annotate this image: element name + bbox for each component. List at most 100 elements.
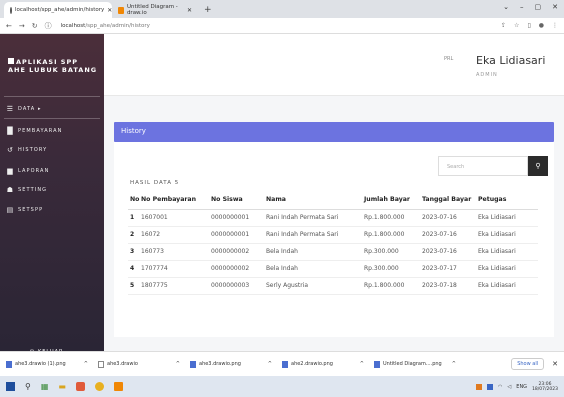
download-item[interactable]: ahe2.drawio.png ^ bbox=[282, 360, 374, 368]
image-file-icon bbox=[374, 360, 380, 368]
divider bbox=[4, 96, 100, 97]
download-item[interactable]: ahe3.drawio (1).png ^ bbox=[6, 360, 98, 368]
globe-icon bbox=[10, 6, 12, 14]
col-header: Nama bbox=[266, 191, 364, 210]
chrome-icon[interactable] bbox=[94, 382, 104, 391]
browser-tab-drawio[interactable]: Untitled Diagram - draw.io ✕ bbox=[112, 2, 198, 18]
col-header: No Pembayaran bbox=[141, 191, 211, 210]
lang-indicator[interactable]: ENG bbox=[516, 384, 527, 390]
star-icon[interactable]: ☆ bbox=[514, 22, 519, 29]
profile-icon[interactable]: ● bbox=[539, 22, 544, 29]
app-icon[interactable] bbox=[75, 382, 85, 391]
user-name[interactable]: Eka Lidiasari bbox=[476, 54, 545, 67]
chevron-up-icon[interactable]: ^ bbox=[360, 361, 364, 367]
windows-start-icon[interactable] bbox=[6, 382, 15, 391]
download-item[interactable]: ahe3.drawio ^ bbox=[98, 360, 190, 368]
user-role: ADMIN bbox=[476, 72, 498, 78]
tray-icon[interactable] bbox=[476, 383, 483, 390]
report-icon: ▆ bbox=[7, 167, 14, 175]
file-explorer-icon[interactable]: ▬ bbox=[58, 382, 66, 391]
sidebar-item-setspp[interactable]: ▤ SETSPP bbox=[6, 206, 43, 214]
chevron-up-icon[interactable]: ^ bbox=[84, 361, 88, 367]
info-icon[interactable]: ⓘ bbox=[45, 21, 52, 31]
tray-icon[interactable] bbox=[487, 383, 494, 390]
chevron-down-icon[interactable]: ⌄ bbox=[503, 3, 509, 11]
avatar[interactable]: PRL bbox=[444, 56, 453, 62]
col-header: Jumlah Bayar bbox=[364, 191, 422, 210]
chevron-up-icon[interactable]: ^ bbox=[176, 361, 180, 367]
table-cell: Eka Lidiasari bbox=[478, 226, 538, 244]
brand-icon bbox=[8, 58, 14, 64]
table-cell: Eka Lidiasari bbox=[478, 260, 538, 278]
col-header: No Siswa bbox=[211, 191, 266, 210]
search-icon[interactable]: ⚲ bbox=[25, 382, 31, 391]
close-icon[interactable]: ✕ bbox=[187, 7, 192, 14]
table-cell: 0000000002 bbox=[211, 260, 266, 278]
col-header: No bbox=[128, 191, 141, 210]
chevron-up-icon[interactable]: ^ bbox=[452, 361, 456, 367]
table-cell: 2023-07-17 bbox=[422, 260, 478, 278]
forward-icon[interactable]: → bbox=[19, 22, 25, 30]
drawio-icon[interactable] bbox=[113, 382, 123, 391]
divider bbox=[4, 118, 100, 119]
address-bar: ← → ↻ ⓘ localhost/spp_ahe/admin/history … bbox=[0, 18, 564, 34]
table-cell: 4 bbox=[128, 260, 141, 278]
sidebar-item-history[interactable]: ↺ HISTORY bbox=[6, 146, 47, 154]
sidebar-item-pembayaran[interactable]: █ PEMBAYARAN bbox=[6, 127, 62, 135]
main-header: PRL Eka Lidiasari ADMIN bbox=[104, 34, 564, 96]
table-cell: 0000000001 bbox=[211, 209, 266, 227]
download-item[interactable]: Untitled Diagram....png ^ bbox=[374, 360, 466, 368]
wifi-icon[interactable]: ◠ bbox=[498, 384, 502, 390]
system-tray: ◠ ◁ ENG 23:06 18/07/2023 bbox=[476, 382, 558, 392]
search-input[interactable]: Search bbox=[438, 156, 528, 176]
table-header-row: No No Pembayaran No Siswa Nama Jumlah Ba… bbox=[128, 191, 538, 210]
chevron-up-icon[interactable]: ^ bbox=[268, 361, 272, 367]
clock[interactable]: 23:06 18/07/2023 bbox=[532, 382, 558, 392]
table-cell: Rani Indah Permata Sari bbox=[266, 226, 364, 244]
history-card: Search ⚲ HASIL DATA 5 No No Pembayaran N… bbox=[114, 142, 554, 337]
sidebar: APLIKASI SPP AHE LUBUK BATANG ☰ DATA ▸ █… bbox=[0, 34, 104, 355]
main-content: History Search ⚲ HASIL DATA 5 No No Pemb… bbox=[104, 96, 564, 351]
minimize-icon[interactable]: – bbox=[520, 3, 524, 11]
table-cell: 2023-07-16 bbox=[422, 243, 478, 261]
download-label: ahe3.drawio (1).png bbox=[15, 361, 66, 367]
browser-tab-history[interactable]: localhost/spp_ahe/admin/history ✕ bbox=[4, 2, 112, 18]
table-cell: 1607001 bbox=[141, 209, 211, 227]
close-icon[interactable]: ✕ bbox=[552, 360, 558, 368]
result-count: HASIL DATA 5 bbox=[130, 180, 180, 186]
table-cell: Rani Indah Permata Sari bbox=[266, 209, 364, 227]
table-cell: Rp.1.800.000 bbox=[364, 277, 422, 295]
table-cell: Bela Indah bbox=[266, 243, 364, 261]
back-icon[interactable]: ← bbox=[6, 22, 12, 30]
sidebar-item-setting[interactable]: ☗ SETTING bbox=[6, 186, 47, 194]
table-cell: 1807775 bbox=[141, 277, 211, 295]
volume-icon[interactable]: ◁ bbox=[507, 384, 511, 390]
brand-label: APLIKASI SPP AHE LUBUK BATANG bbox=[8, 58, 98, 74]
sidebar-item-data[interactable]: ☰ DATA ▸ bbox=[6, 105, 42, 113]
share-icon[interactable]: ⇪ bbox=[501, 22, 506, 29]
tab-label: Untitled Diagram - draw.io bbox=[126, 4, 178, 16]
widgets-icon[interactable]: ▦ bbox=[41, 382, 49, 391]
sidebar-item-label: PEMBAYARAN bbox=[18, 128, 63, 134]
table-cell: Eka Lidiasari bbox=[478, 277, 538, 295]
menu-icon[interactable]: ⋮ bbox=[552, 22, 558, 29]
window-controls: ⌄ – ▢ ✕ bbox=[503, 3, 558, 11]
sidebar-item-laporan[interactable]: ▆ LAPORAN bbox=[6, 167, 49, 175]
maximize-icon[interactable]: ▢ bbox=[535, 3, 542, 11]
sidepanel-icon[interactable]: ▯ bbox=[527, 22, 530, 29]
table-cell: 16072 bbox=[141, 226, 211, 244]
reload-icon[interactable]: ↻ bbox=[32, 22, 38, 30]
card-header: History bbox=[114, 122, 554, 142]
table-cell: Serly Agustria bbox=[266, 277, 364, 295]
sidebar-item-label: DATA ▸ bbox=[18, 106, 42, 112]
show-all-button[interactable]: Show all bbox=[511, 358, 545, 370]
close-window-icon[interactable]: ✕ bbox=[552, 3, 558, 11]
download-item[interactable]: ahe3.drawio.png ^ bbox=[190, 360, 282, 368]
search-button[interactable]: ⚲ bbox=[528, 156, 548, 176]
new-tab-icon[interactable]: + bbox=[198, 5, 218, 18]
table-cell: 160773 bbox=[141, 243, 211, 261]
table-cell: 2023-07-18 bbox=[422, 277, 478, 295]
url-field[interactable]: localhost/spp_ahe/admin/history bbox=[61, 23, 150, 29]
brand[interactable]: APLIKASI SPP AHE LUBUK BATANG bbox=[8, 58, 98, 74]
table-cell: 0000000002 bbox=[211, 243, 266, 261]
